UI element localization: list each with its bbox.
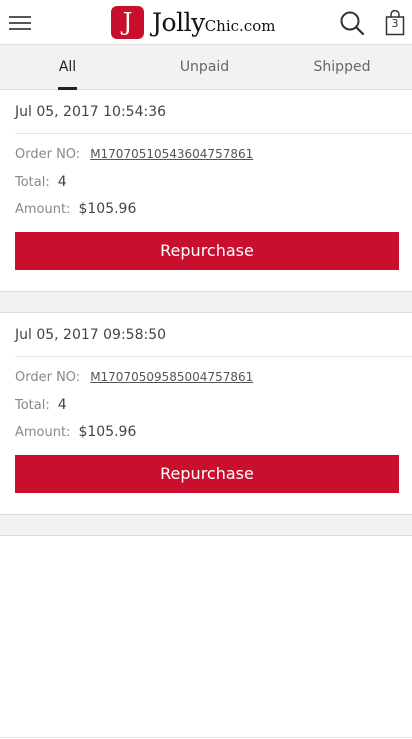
amount-label: Amount: — [15, 202, 71, 217]
logo-suffix: Chic.com — [204, 16, 276, 35]
bottom-divider — [0, 737, 412, 738]
app-header: J JollyChic.com 3 — [0, 0, 412, 45]
repurchase-button[interactable]: Repurchase — [15, 455, 399, 493]
order-card: Jul 05, 2017 09:58:50 Order NO: M17070509… — [0, 313, 412, 515]
amount-label: Amount: — [15, 425, 71, 440]
hamburger-menu-icon — [9, 16, 31, 18]
total-label: Total: — [15, 175, 50, 190]
order-date: Jul 05, 2017 10:54:36 — [15, 104, 167, 120]
order-number-row: Order NO: M17070509585004757861 — [15, 370, 253, 385]
order-number-link[interactable]: M17070509585004757861 — [90, 370, 253, 384]
order-total-row: Total: 4 — [15, 174, 67, 190]
order-separator — [0, 291, 412, 313]
repurchase-button[interactable]: Repurchase — [15, 232, 399, 270]
order-amount-row: Amount: $105.96 — [15, 201, 136, 217]
jollychic-logo[interactable]: J JollyChic.com — [111, 5, 275, 39]
amount-value: $105.96 — [78, 424, 137, 440]
tab-all[interactable]: All — [0, 45, 135, 90]
order-number-link[interactable]: M17070510543604757861 — [90, 147, 253, 161]
total-label: Total: — [15, 398, 50, 413]
search-button[interactable] — [339, 10, 365, 36]
total-value: 4 — [57, 397, 67, 413]
logo-wordmark: JollyChic.com — [152, 8, 275, 37]
divider — [15, 133, 412, 134]
order-number-label: Order NO: — [15, 147, 81, 162]
order-amount-row: Amount: $105.96 — [15, 424, 136, 440]
order-number-row: Order NO: M17070510543604757861 — [15, 147, 253, 162]
order-total-row: Total: 4 — [15, 397, 67, 413]
logo-name: Jolly — [152, 7, 205, 37]
menu-button[interactable] — [9, 14, 31, 32]
order-separator — [0, 514, 412, 536]
amount-value: $105.96 — [78, 201, 137, 217]
active-tab-indicator — [58, 87, 77, 90]
total-value: 4 — [57, 174, 67, 190]
tab-unpaid[interactable]: Unpaid — [137, 45, 272, 90]
order-number-label: Order NO: — [15, 370, 81, 385]
logo-mark: J — [111, 5, 144, 39]
shopping-bag-button[interactable]: 3 — [385, 9, 405, 36]
order-status-tabs: All Unpaid Shipped — [0, 45, 412, 90]
order-card: Jul 05, 2017 10:54:36 Order NO: M17070510… — [0, 91, 412, 292]
bag-count-badge: 3 — [391, 17, 399, 30]
search-icon — [340, 11, 365, 36]
tab-shipped[interactable]: Shipped — [272, 45, 412, 90]
divider — [15, 356, 412, 357]
order-date: Jul 05, 2017 09:58:50 — [15, 327, 167, 343]
